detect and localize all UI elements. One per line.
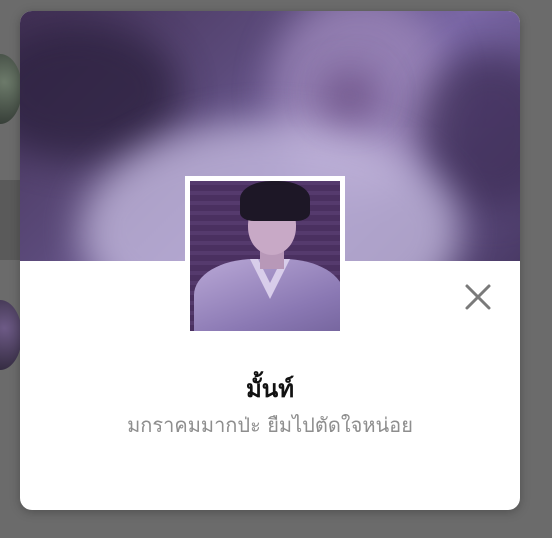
close-icon <box>465 284 491 310</box>
background-avatar <box>0 54 22 124</box>
background-avatar <box>0 300 22 370</box>
background-list-item <box>0 180 22 260</box>
profile-card: มั้นท์ มกราคมมากป่ะ ยืมไปตัดใจหน่อย <box>20 11 520 510</box>
profile-photo[interactable] <box>185 176 345 336</box>
profile-image <box>190 181 340 331</box>
profile-name: มั้นท์ <box>245 375 295 403</box>
close-button[interactable] <box>463 282 493 312</box>
status-message: มกราคมมากป่ะ ยืมไปตัดใจหน่อย <box>127 413 413 437</box>
